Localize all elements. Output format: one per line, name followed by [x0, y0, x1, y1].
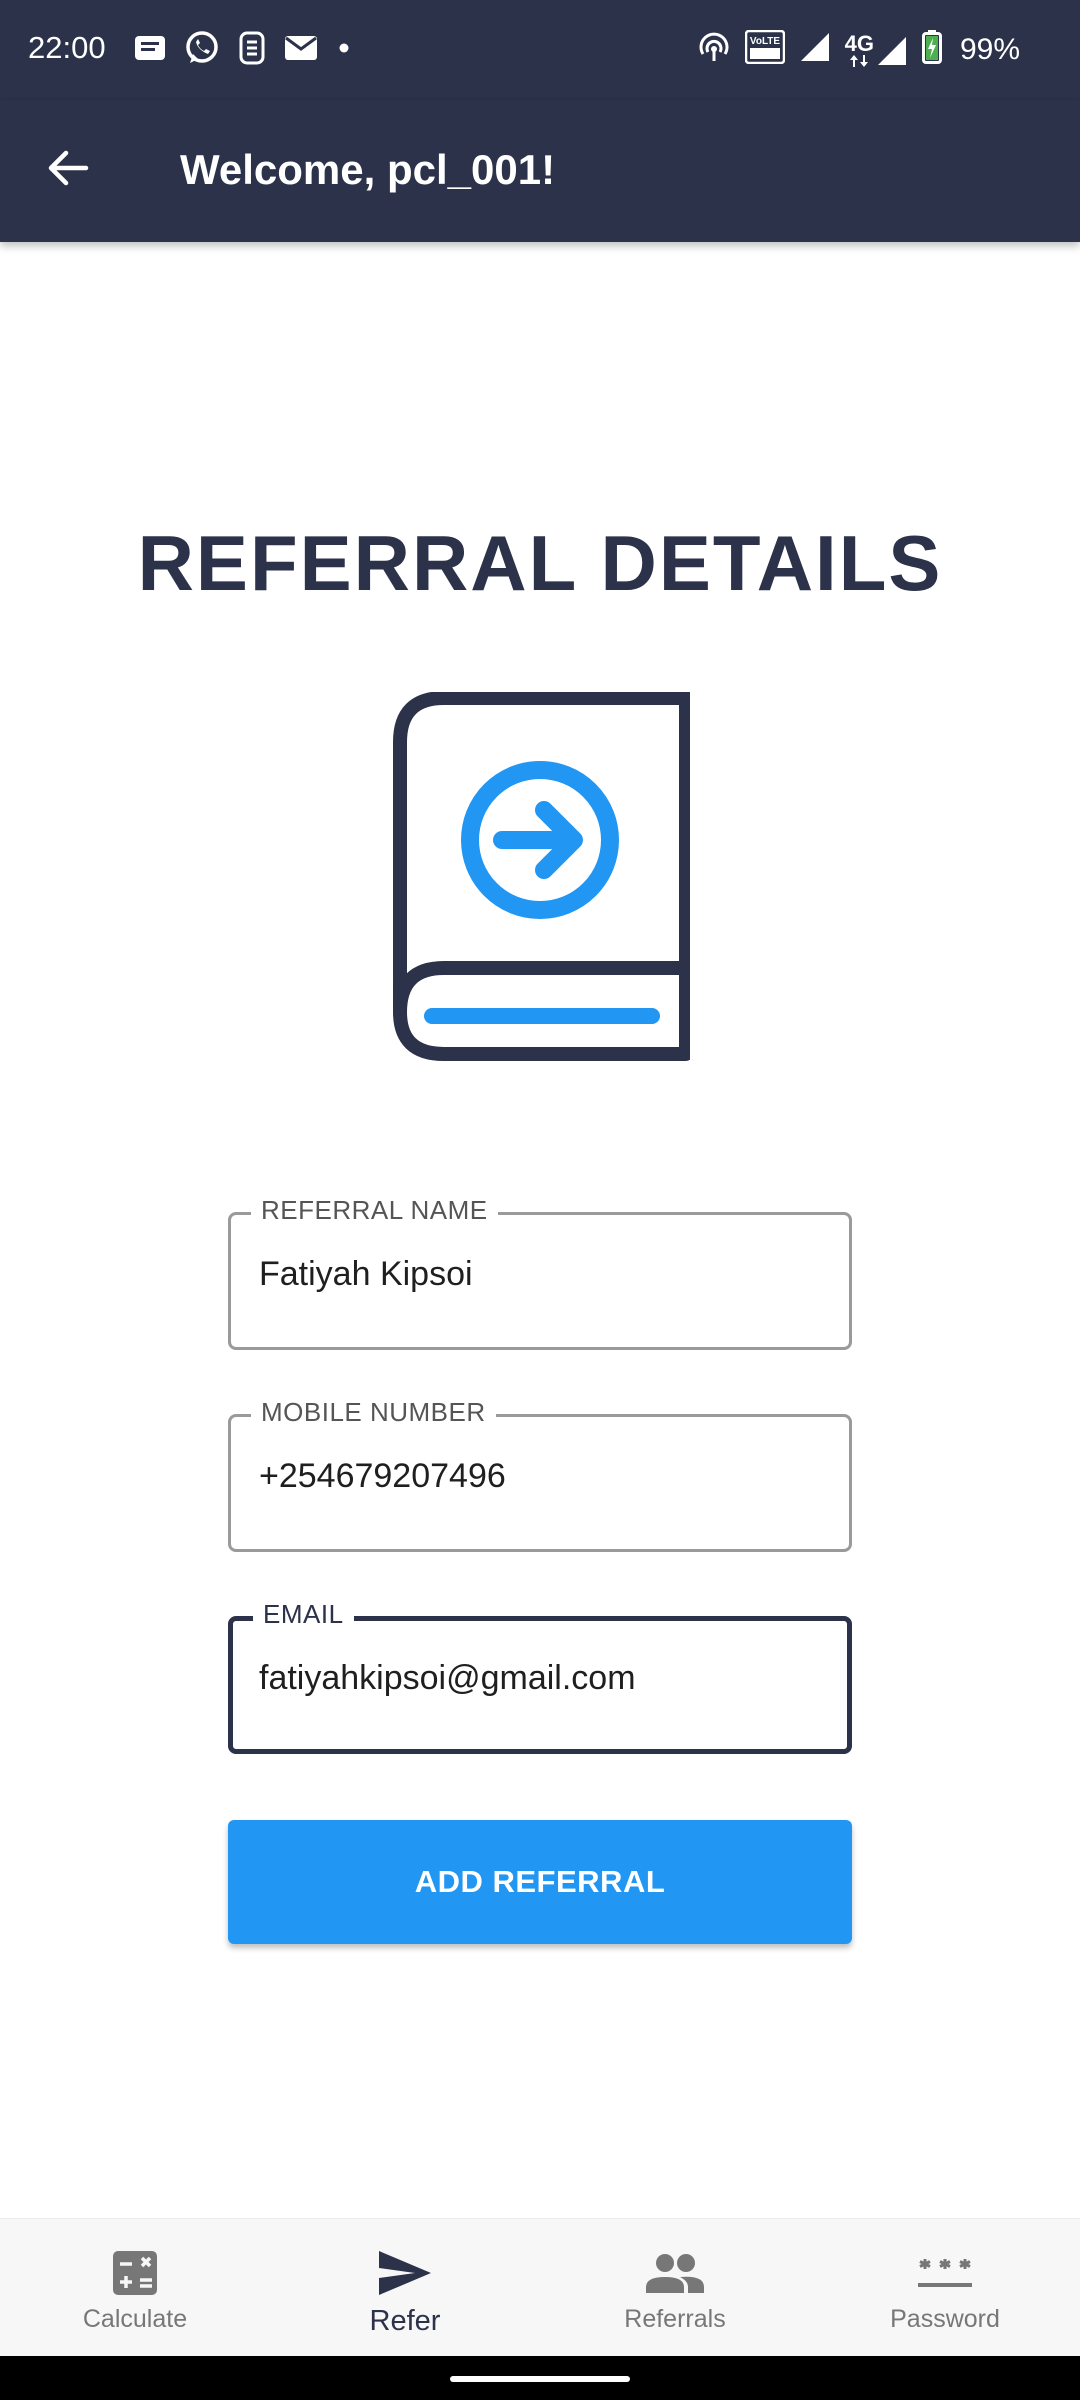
- nav-label-password: Password: [890, 2305, 1000, 2333]
- volte-icon: VoLTE: [744, 29, 785, 69]
- mobile-number-label: MOBILE NUMBER: [251, 1397, 496, 1428]
- gesture-navigation-bar: [0, 2356, 1080, 2400]
- notification-icon: [134, 34, 166, 67]
- 4g-signal-icon: 4G: [844, 30, 908, 67]
- mobile-number-input[interactable]: [259, 1457, 819, 1496]
- hotspot-icon: [697, 30, 731, 69]
- nav-item-referrals[interactable]: Referrals: [540, 2219, 810, 2356]
- people-icon: [646, 2247, 704, 2299]
- referral-name-label: REFERRAL NAME: [251, 1195, 498, 1226]
- nav-label-referrals: Referrals: [624, 2305, 726, 2333]
- battery-icon: [921, 30, 942, 69]
- mail-icon: [284, 35, 318, 66]
- back-button[interactable]: [36, 138, 100, 202]
- app-bar-title: Welcome, pcl_001!: [180, 146, 556, 193]
- calculator-icon: [112, 2247, 158, 2299]
- status-time: 22:00: [28, 30, 106, 65]
- email-label: EMAIL: [253, 1599, 354, 1630]
- signal-icon: [799, 31, 831, 68]
- mobile-number-field[interactable]: MOBILE NUMBER: [228, 1397, 852, 1552]
- email-input[interactable]: [259, 1659, 819, 1698]
- send-icon: [377, 2247, 433, 2299]
- nav-item-refer[interactable]: Refer: [270, 2219, 540, 2356]
- password-icon: [916, 2247, 974, 2299]
- battery-percentage: 99%: [959, 32, 1020, 66]
- svg-text:VoLTE: VoLTE: [750, 36, 781, 47]
- add-referral-button[interactable]: ADD REFERRAL: [228, 1820, 852, 1944]
- book-arrow-icon: [390, 691, 693, 1062]
- referral-name-input[interactable]: [259, 1255, 819, 1294]
- network-type-label: 4G: [844, 30, 874, 56]
- dot-icon: [336, 40, 352, 61]
- nav-item-calculate[interactable]: Calculate: [0, 2219, 270, 2356]
- arrow-left-icon: [46, 146, 90, 195]
- nav-label-calculate: Calculate: [82, 2305, 188, 2333]
- app-bar: Welcome, pcl_001!: [0, 100, 1080, 242]
- status-bar: 22:00 VoLTE 4G 99%: [0, 0, 1080, 100]
- nav-label-refer: Refer: [369, 2305, 441, 2337]
- referral-name-field[interactable]: REFERRAL NAME: [228, 1195, 852, 1350]
- whatsapp-icon: [184, 30, 220, 71]
- nav-item-password[interactable]: Password: [810, 2219, 1080, 2356]
- bottom-navigation: Calculate Refer Referrals Password: [0, 2218, 1080, 2356]
- sim-app-icon: [238, 30, 266, 71]
- home-gesture-handle[interactable]: [450, 2376, 630, 2382]
- page-title: REFERRAL DETAILS: [137, 519, 943, 607]
- status-notification-icons: [134, 30, 352, 71]
- email-field[interactable]: EMAIL: [228, 1599, 852, 1754]
- status-system-icons: VoLTE 4G 99%: [697, 29, 1020, 69]
